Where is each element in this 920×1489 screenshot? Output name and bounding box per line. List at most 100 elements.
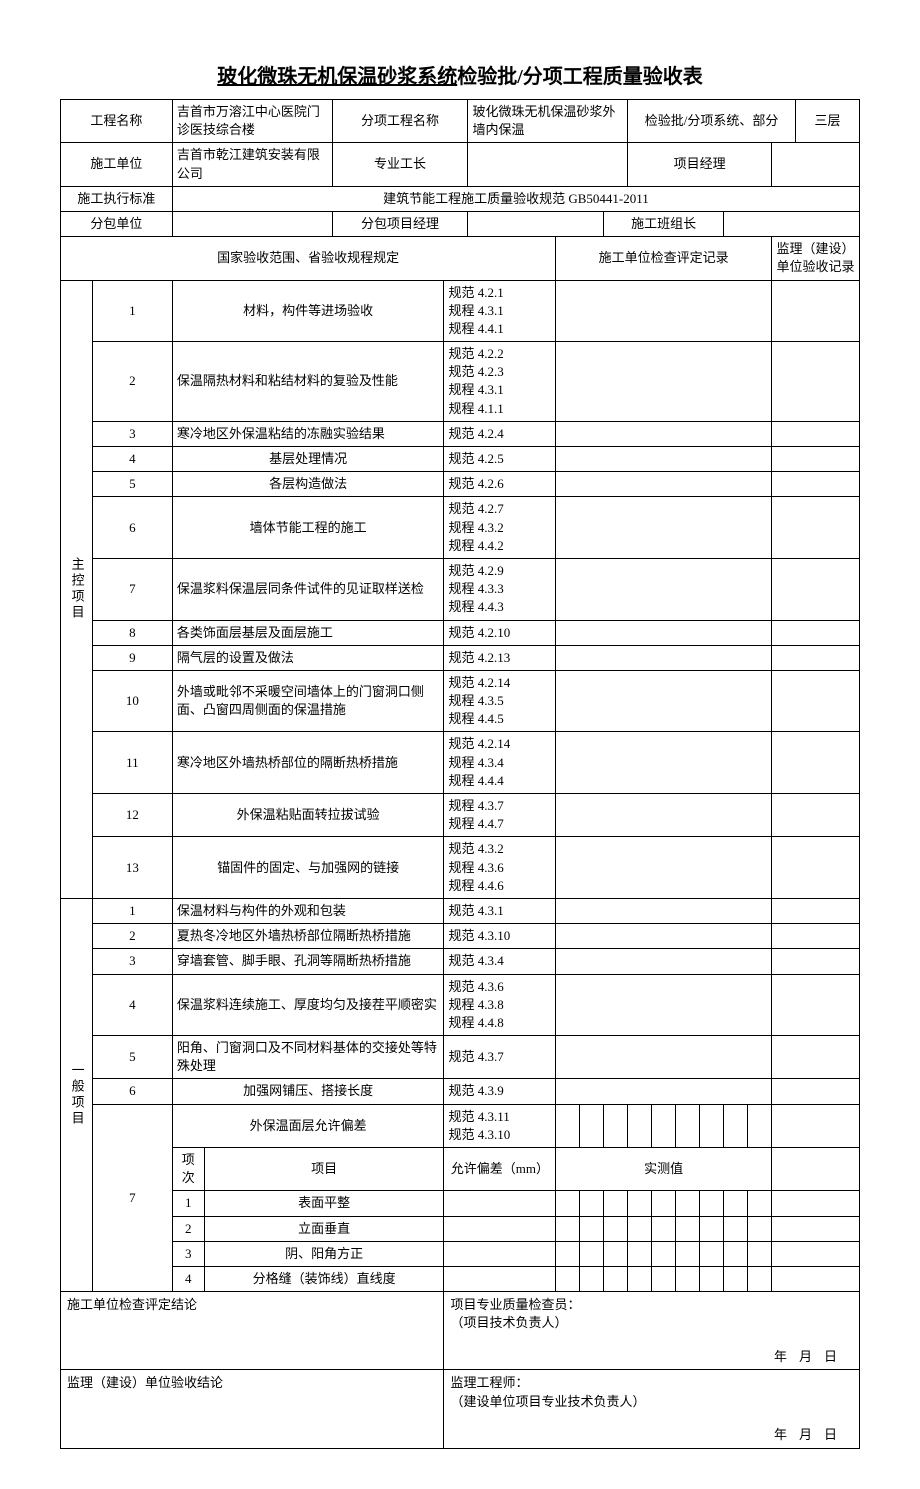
item7-rec-a[interactable] [556, 1104, 580, 1147]
gen-n-2: 2 [92, 924, 172, 949]
main-rec-11[interactable] [556, 732, 772, 794]
item7-r2-item: 立面垂直 [204, 1216, 444, 1241]
conclusion-2-date[interactable]: 年月日 [444, 1423, 860, 1448]
main-rec-6[interactable] [556, 497, 772, 559]
main-n-4: 4 [92, 447, 172, 472]
gen-sup-4[interactable] [772, 974, 860, 1036]
gen-ref-1: 规范 4.3.1 [444, 898, 556, 923]
value-batch: 三层 [796, 100, 860, 143]
main-section-label: 主控项目 [61, 280, 93, 898]
gen-rec-4[interactable] [556, 974, 772, 1036]
main-sup-13[interactable] [772, 837, 860, 899]
main-n-6: 6 [92, 497, 172, 559]
item7-sup[interactable] [772, 1104, 860, 1147]
main-sup-6[interactable] [772, 497, 860, 559]
main-ref-12: 规程 4.3.7 规程 4.4.7 [444, 794, 556, 837]
item7-rec-f[interactable] [676, 1104, 700, 1147]
gen-rec-6[interactable] [556, 1079, 772, 1104]
main-desc-8: 各类饰面层基层及面层施工 [172, 620, 444, 645]
main-desc-6: 墙体节能工程的施工 [172, 497, 444, 559]
gen-sup-1[interactable] [772, 898, 860, 923]
main-rec-5[interactable] [556, 472, 772, 497]
main-sup-11[interactable] [772, 732, 860, 794]
value-sub-project: 玻化微珠无机保温砂浆外墙内保温 [468, 100, 628, 143]
main-ref-9: 规范 4.2.13 [444, 645, 556, 670]
main-rec-8[interactable] [556, 620, 772, 645]
main-rec-3[interactable] [556, 421, 772, 446]
item7-rec-b[interactable] [580, 1104, 604, 1147]
gen-n-7: 7 [92, 1104, 172, 1292]
value-sub-pm [468, 211, 604, 236]
main-sup-3[interactable] [772, 421, 860, 446]
main-sup-12[interactable] [772, 794, 860, 837]
main-rec-12[interactable] [556, 794, 772, 837]
item7-rec-e[interactable] [652, 1104, 676, 1147]
value-unit: 吉首市乾江建筑安装有限公司 [172, 143, 332, 186]
main-desc-7: 保温浆料保温层同条件试件的见证取样送检 [172, 558, 444, 620]
main-sup-7[interactable] [772, 558, 860, 620]
item7-rec-h[interactable] [724, 1104, 748, 1147]
main-sup-10[interactable] [772, 670, 860, 732]
gen-sup-6[interactable] [772, 1079, 860, 1104]
item7-rec-d[interactable] [628, 1104, 652, 1147]
conclusion-2-label: 监理（建设）单位验收结论 [61, 1370, 444, 1448]
item7-rec-g[interactable] [700, 1104, 724, 1147]
conclusion-1-sign[interactable]: 项目专业质量检查员： （项目技术负责人） [444, 1292, 860, 1346]
main-ref-8: 规范 4.2.10 [444, 620, 556, 645]
gen-rec-2[interactable] [556, 924, 772, 949]
gen-rec-5[interactable] [556, 1036, 772, 1079]
main-n-3: 3 [92, 421, 172, 446]
main-n-12: 12 [92, 794, 172, 837]
main-sup-9[interactable] [772, 645, 860, 670]
main-desc-12: 外保温粘贴面转拉拔试验 [172, 794, 444, 837]
main-sup-8[interactable] [772, 620, 860, 645]
gen-desc-6: 加强网铺压、搭接长度 [172, 1079, 444, 1104]
main-rec-10[interactable] [556, 670, 772, 732]
conclusion-2-sign[interactable]: 监理工程师： （建设单位项目专业技术负责人） [444, 1370, 860, 1424]
main-desc-13: 锚固件的固定、与加强网的链接 [172, 837, 444, 899]
main-rec-9[interactable] [556, 645, 772, 670]
item7-col-tol: 允许偏差（mm） [444, 1148, 556, 1191]
main-sup-4[interactable] [772, 447, 860, 472]
label-pm: 项目经理 [628, 143, 772, 186]
label-foreman: 专业工长 [332, 143, 468, 186]
main-ref-1: 规范 4.2.1 规程 4.3.1 规程 4.4.1 [444, 280, 556, 342]
main-ref-5: 规范 4.2.6 [444, 472, 556, 497]
gen-rec-1[interactable] [556, 898, 772, 923]
item7-rec-i[interactable] [748, 1104, 772, 1147]
main-n-7: 7 [92, 558, 172, 620]
item7-r3-tol[interactable] [444, 1241, 556, 1266]
gen-ref-6: 规范 4.3.9 [444, 1079, 556, 1104]
main-rec-7[interactable] [556, 558, 772, 620]
main-rec-4[interactable] [556, 447, 772, 472]
label-unit: 施工单位 [61, 143, 173, 186]
gen-desc-4: 保温浆料连续施工、厚度均匀及接茬平顺密实 [172, 974, 444, 1036]
conclusion-1-date[interactable]: 年月日 [444, 1345, 860, 1370]
main-rec-13[interactable] [556, 837, 772, 899]
main-sup-5[interactable] [772, 472, 860, 497]
item7-col-item: 项目 [204, 1148, 444, 1191]
main-sup-1[interactable] [772, 280, 860, 342]
main-ref-3: 规范 4.2.4 [444, 421, 556, 446]
gen-rec-3[interactable] [556, 949, 772, 974]
item7-r4-tol[interactable] [444, 1266, 556, 1291]
item7-rec-c[interactable] [604, 1104, 628, 1147]
label-batch: 检验批/分项系统、部分 [628, 100, 796, 143]
gen-ref-5: 规范 4.3.7 [444, 1036, 556, 1079]
gen-sup-5[interactable] [772, 1036, 860, 1079]
gen-n-1: 1 [92, 898, 172, 923]
item7-r1-tol[interactable] [444, 1191, 556, 1216]
gen-sup-3[interactable] [772, 949, 860, 974]
main-sup-2[interactable] [772, 342, 860, 422]
gen-ref-4: 规范 4.3.6 规程 4.3.8 规程 4.4.8 [444, 974, 556, 1036]
main-desc-11: 寒冷地区外墙热桥部位的隔断热桥措施 [172, 732, 444, 794]
main-rec-2[interactable] [556, 342, 772, 422]
gen-n-5: 5 [92, 1036, 172, 1079]
item7-r2-tol[interactable] [444, 1216, 556, 1241]
main-rec-1[interactable] [556, 280, 772, 342]
general-section-label: 一般项目 [61, 898, 93, 1291]
item7-col-sup[interactable] [772, 1148, 860, 1191]
gen-sup-2[interactable] [772, 924, 860, 949]
main-ref-4: 规范 4.2.5 [444, 447, 556, 472]
main-ref-11: 规范 4.2.14 规程 4.3.4 规程 4.4.4 [444, 732, 556, 794]
